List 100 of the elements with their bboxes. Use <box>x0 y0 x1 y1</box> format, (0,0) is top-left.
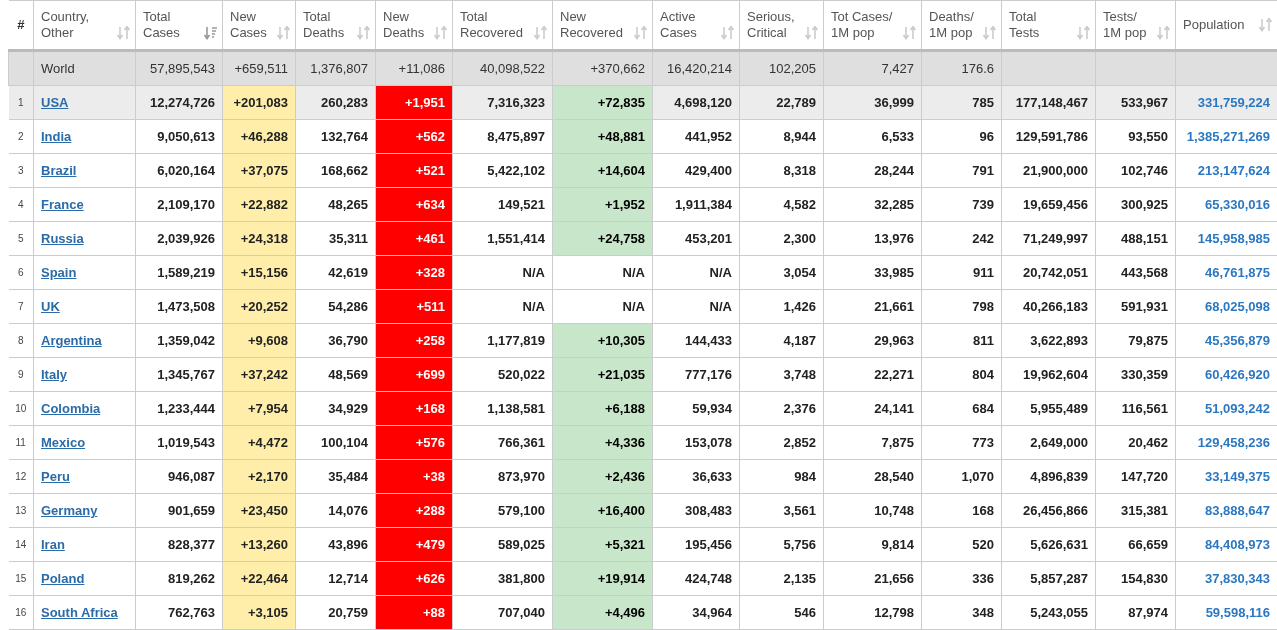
column-header[interactable]: # <box>17 17 25 33</box>
table-cell: 901,659 <box>168 503 215 518</box>
table-cell: +1,951 <box>404 95 445 110</box>
table-cell: 22,271 <box>874 367 914 382</box>
country-link[interactable]: Peru <box>41 469 70 484</box>
table-cell: 739 <box>972 197 994 212</box>
table-cell: 79,875 <box>1128 333 1168 348</box>
table-cell: 7,875 <box>881 435 914 450</box>
sort-icon[interactable] <box>805 26 819 40</box>
table-cell: 3,561 <box>783 503 816 518</box>
table-cell: 12,714 <box>328 571 368 586</box>
table-cell: +288 <box>415 503 445 518</box>
table-cell: 147,720 <box>1121 469 1168 484</box>
row-number: 16 <box>15 607 27 618</box>
table-cell: 116,561 <box>1121 401 1168 416</box>
table-cell: 100,104 <box>321 435 368 450</box>
country-link[interactable]: France <box>41 197 84 212</box>
table-cell: +23,450 <box>240 503 288 518</box>
table-cell: +328 <box>415 265 445 280</box>
table-cell: +88 <box>422 605 445 620</box>
country-link[interactable]: Brazil <box>41 163 77 178</box>
table-cell: 798 <box>972 299 994 314</box>
table-cell: 16,420,214 <box>666 61 732 76</box>
country-link[interactable]: Iran <box>41 537 65 552</box>
table-cell: +511 <box>416 299 445 314</box>
column-header[interactable]: Population <box>1183 17 1245 33</box>
table-cell: +38 <box>422 469 445 484</box>
table-cell: 424,748 <box>685 571 732 586</box>
sort-icon[interactable] <box>117 26 131 40</box>
table-cell: 168 <box>972 503 994 518</box>
row-number: 5 <box>17 233 24 244</box>
table-cell: 12,274,726 <box>149 95 215 110</box>
sort-icon[interactable] <box>634 26 648 40</box>
table-cell: 3,748 <box>783 367 816 382</box>
country-link[interactable]: India <box>41 129 72 144</box>
table-cell: 873,970 <box>498 469 545 484</box>
sort-icon[interactable] <box>534 26 548 40</box>
table-cell: 43,896 <box>328 537 368 552</box>
sort-icon[interactable] <box>277 26 291 40</box>
row-number: 10 <box>15 403 27 414</box>
table-cell: +72,835 <box>597 95 645 110</box>
table-cell: 520,022 <box>498 367 545 382</box>
row-number: 13 <box>15 505 27 516</box>
country-link[interactable]: Italy <box>41 367 67 382</box>
sort-icon[interactable] <box>1077 26 1091 40</box>
table-cell: +16,400 <box>597 503 645 518</box>
table-cell: 520 <box>972 537 994 552</box>
table-cell: 330,359 <box>1121 367 1168 382</box>
table-cell: 4,187 <box>783 333 816 348</box>
sort-icon[interactable] <box>1157 26 1171 40</box>
table-cell: 93,550 <box>1128 129 1168 144</box>
table-cell: 149,521 <box>498 197 545 212</box>
table-cell: 5,626,631 <box>1030 537 1088 552</box>
table-cell: 707,040 <box>498 605 545 620</box>
table-cell: 57,895,543 <box>149 61 215 76</box>
country-link[interactable]: Poland <box>41 571 85 586</box>
sort-icon[interactable] <box>721 26 735 40</box>
table-cell: 21,900,000 <box>1022 163 1088 178</box>
table-cell: 54,286 <box>328 299 368 314</box>
table-cell: 1,019,543 <box>157 435 215 450</box>
table-cell: +576 <box>415 435 445 450</box>
table-cell: 9,814 <box>881 537 914 552</box>
table-cell: 819,262 <box>168 571 215 586</box>
table-cell: 14,076 <box>328 503 368 518</box>
table-cell: 791 <box>972 163 994 178</box>
table-cell: 34,964 <box>692 605 732 620</box>
table-cell: 1,376,807 <box>310 61 368 76</box>
country-link[interactable]: UK <box>41 299 60 314</box>
table-cell: +37,242 <box>240 367 288 382</box>
country-link[interactable]: Mexico <box>41 435 86 450</box>
table-cell: 5,756 <box>783 537 816 552</box>
sort-icon[interactable] <box>1259 18 1273 32</box>
table-cell: +19,914 <box>597 571 645 586</box>
table-cell: +7,954 <box>247 401 288 416</box>
sort-icon[interactable] <box>357 26 371 40</box>
country-link[interactable]: Spain <box>41 265 77 280</box>
country-link[interactable]: USA <box>41 95 69 110</box>
sort-icon[interactable] <box>983 26 997 40</box>
table-cell: 132,764 <box>321 129 368 144</box>
table-cell: +14,604 <box>597 163 645 178</box>
country-link[interactable]: Russia <box>41 231 84 246</box>
table-cell: 32,285 <box>874 197 914 212</box>
table-cell: 22,789 <box>776 95 816 110</box>
table-cell: 20,759 <box>328 605 368 620</box>
table-cell: +22,464 <box>240 571 288 586</box>
table-cell: 546 <box>794 605 816 620</box>
sort-icon[interactable] <box>434 26 448 40</box>
table-cell: N/A <box>622 299 645 314</box>
table-cell: +2,436 <box>604 469 645 484</box>
table-cell: +24,758 <box>597 231 645 246</box>
sort-icon[interactable] <box>204 26 218 40</box>
sort-icon[interactable] <box>903 26 917 40</box>
row-number: 11 <box>15 437 26 448</box>
table-cell: 589,025 <box>498 537 545 552</box>
table-cell: 2,109,170 <box>157 197 215 212</box>
table-cell: 48,569 <box>328 367 368 382</box>
table-cell: +5,321 <box>604 537 645 552</box>
table-cell: 102,205 <box>769 61 816 76</box>
table-cell: +626 <box>415 571 445 586</box>
table-cell: 29,963 <box>874 333 914 348</box>
